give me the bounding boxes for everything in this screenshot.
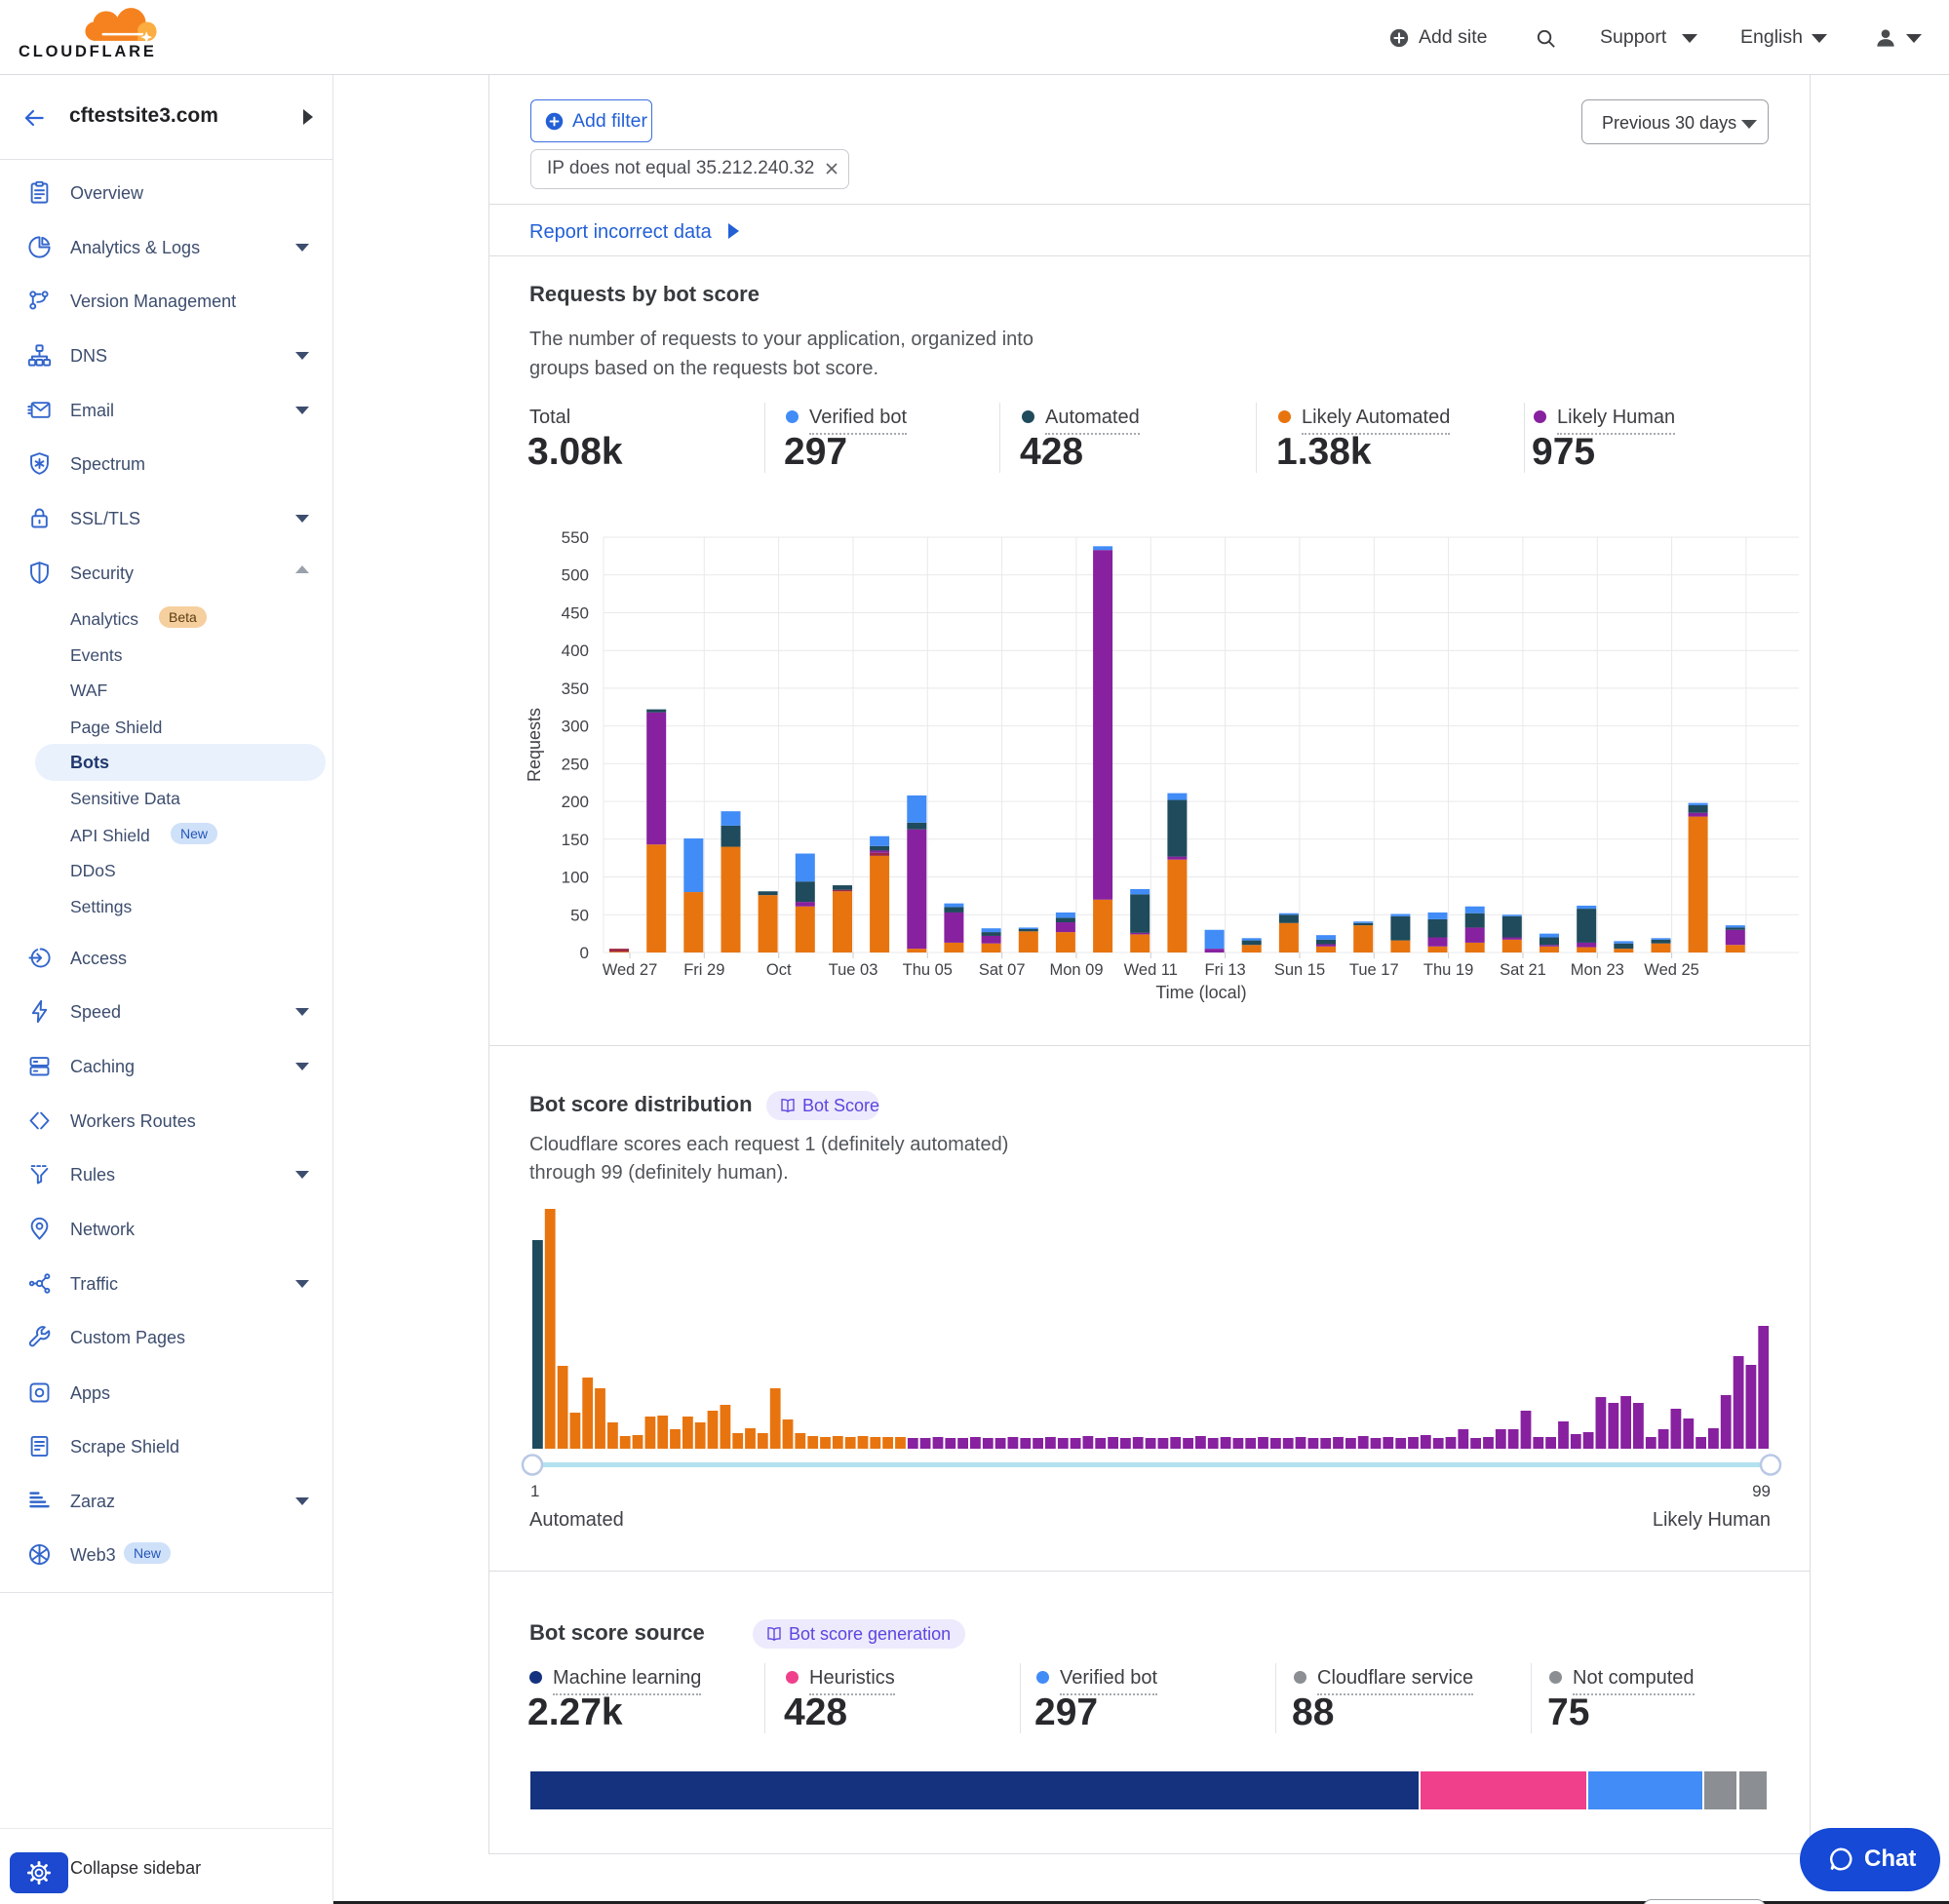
- svg-text:Mon 09: Mon 09: [1049, 961, 1103, 979]
- svg-text:Mon 23: Mon 23: [1571, 961, 1624, 979]
- svg-text:50: 50: [570, 906, 589, 924]
- svg-text:400: 400: [562, 641, 589, 660]
- svg-text:Tue 03: Tue 03: [829, 961, 878, 979]
- svg-text:Time (local): Time (local): [1155, 983, 1246, 1002]
- svg-text:500: 500: [562, 566, 589, 585]
- svg-text:Thu 19: Thu 19: [1423, 961, 1473, 979]
- svg-text:Wed 11: Wed 11: [1124, 961, 1178, 979]
- svg-text:Wed 27: Wed 27: [603, 961, 658, 979]
- svg-text:Sat 21: Sat 21: [1500, 961, 1546, 979]
- svg-text:Oct: Oct: [766, 961, 792, 979]
- svg-text:150: 150: [562, 831, 589, 849]
- svg-text:Requests: Requests: [526, 708, 544, 782]
- svg-text:200: 200: [562, 793, 589, 811]
- svg-text:0: 0: [580, 944, 589, 962]
- svg-text:100: 100: [562, 869, 589, 887]
- svg-text:Sat 07: Sat 07: [979, 961, 1026, 979]
- svg-text:450: 450: [562, 604, 589, 623]
- svg-text:Sun 15: Sun 15: [1274, 961, 1325, 979]
- svg-text:Tue 17: Tue 17: [1349, 961, 1399, 979]
- svg-text:300: 300: [562, 718, 589, 736]
- svg-text:350: 350: [562, 680, 589, 698]
- svg-text:Thu 05: Thu 05: [903, 961, 953, 979]
- svg-text:250: 250: [562, 755, 589, 773]
- svg-text:Fri 13: Fri 13: [1205, 961, 1246, 979]
- svg-text:Fri 29: Fri 29: [683, 961, 724, 979]
- svg-text:550: 550: [562, 528, 589, 547]
- svg-text:Wed 25: Wed 25: [1644, 961, 1699, 979]
